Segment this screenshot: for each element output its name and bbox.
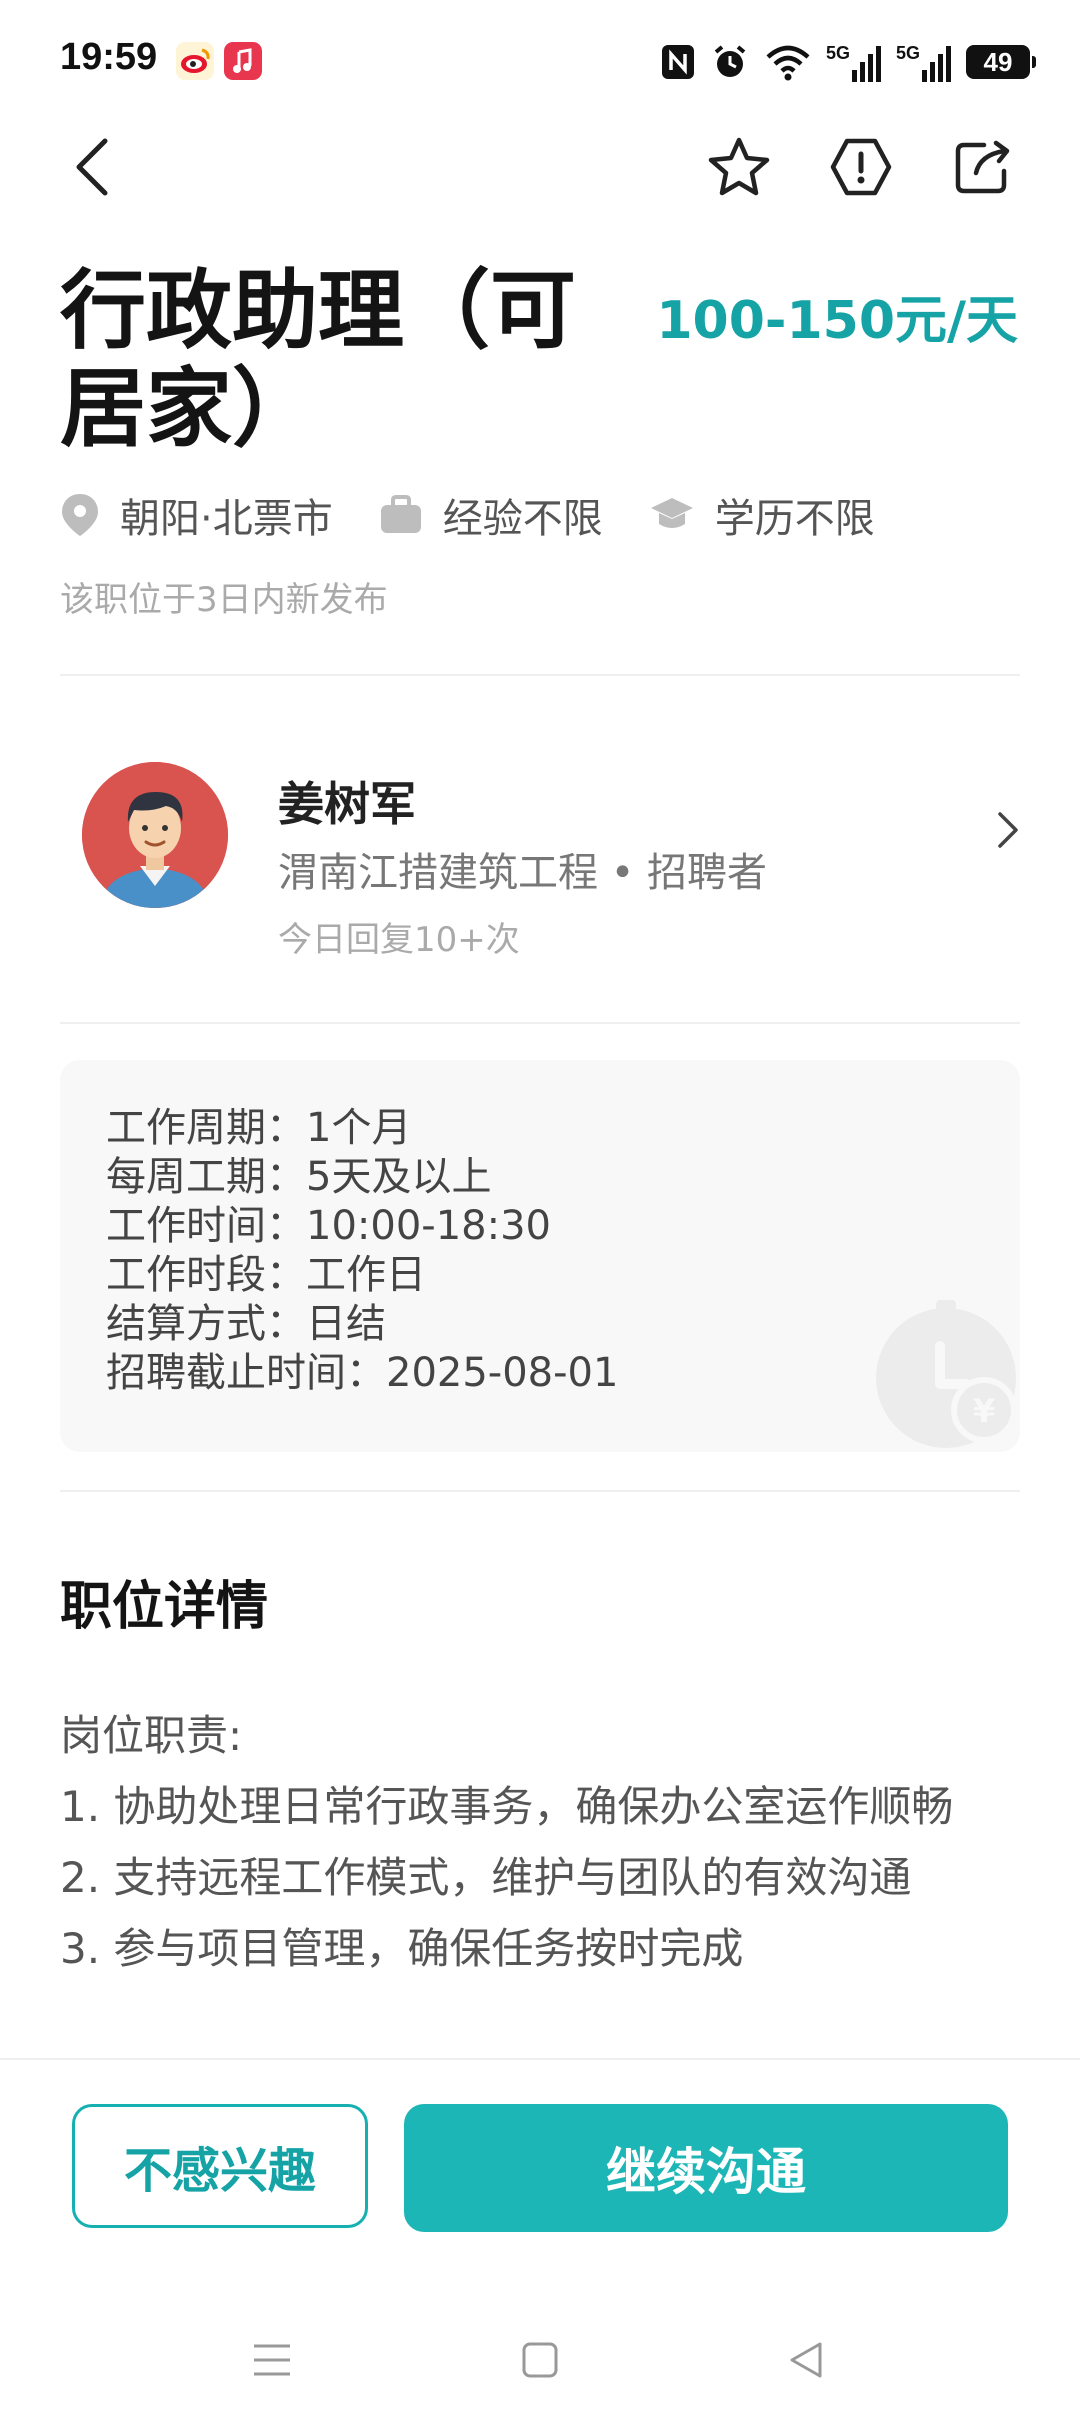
system-back-button[interactable] <box>776 2330 836 2390</box>
alarm-icon <box>714 45 746 77</box>
back-button[interactable] <box>58 132 128 202</box>
info-weekly-days: 每周工期：5天及以上 <box>106 1154 492 1200</box>
battery-indicator: 49 <box>966 45 1036 79</box>
graduation-cap-icon <box>650 498 693 528</box>
home-square-icon <box>522 2342 558 2378</box>
location-item: 朝阳·北票市 <box>60 486 333 544</box>
posted-note: 该职位于3日内新发布 <box>60 580 388 620</box>
svg-text:¥: ¥ <box>973 1392 995 1430</box>
favorite-button[interactable] <box>704 132 774 202</box>
share-button[interactable] <box>948 132 1018 202</box>
info-work-hours: 工作时间：10:00-18:30 <box>106 1203 551 1249</box>
warning-icon <box>830 138 892 196</box>
music-icon <box>224 42 262 80</box>
avatar <box>82 762 228 908</box>
salary: 100-150元/天 <box>656 291 1018 351</box>
menu-icon <box>254 2344 290 2376</box>
detail-line: 3. 参与项目管理，确保任务按时完成 <box>60 1924 744 1973</box>
bottom-action-bar: 不感兴趣 继续沟通 <box>0 2058 1080 2240</box>
system-navigation-bar <box>0 2300 1080 2412</box>
job-title: 行政助理（可居家） <box>60 261 576 459</box>
clock-yuan-icon: ¥ <box>870 1298 1020 1452</box>
detail-line: 2. 支持远程工作模式，维护与团队的有效沟通 <box>60 1853 912 1902</box>
nfc-icon <box>661 45 694 79</box>
signal-icon <box>922 45 951 82</box>
share-icon <box>955 140 1010 194</box>
education-label: 学历不限 <box>714 496 875 542</box>
section-title-details: 职位详情 <box>60 1577 269 1637</box>
chevron-right-icon <box>996 810 1020 854</box>
detail-line: 岗位职责: <box>60 1711 243 1760</box>
top-nav <box>0 120 1080 210</box>
job-info-card: 工作周期：1个月 每周工期：5天及以上 工作时间：10:00-18:30 工作时… <box>60 1060 1020 1452</box>
info-settlement: 结算方式：日结 <box>106 1301 386 1347</box>
signal-1: 5G <box>826 43 882 82</box>
experience-label: 经验不限 <box>442 496 603 542</box>
status-time: 19:59 <box>60 36 158 78</box>
info-work-time: 工作时段：工作日 <box>106 1252 426 1298</box>
divider <box>60 1022 1020 1024</box>
status-bar: 19:59 5G 5G 49 <box>0 0 1080 120</box>
not-interested-button[interactable]: 不感兴趣 <box>72 2104 368 2228</box>
location-pin-icon <box>62 494 98 536</box>
status-icons: 5G 5G 49 <box>660 38 1036 86</box>
back-icon <box>76 138 108 196</box>
signal-icon <box>851 45 881 82</box>
divider <box>60 1490 1020 1492</box>
info-work-period: 工作周期：1个月 <box>106 1105 412 1151</box>
signal-2: 5G <box>896 43 952 82</box>
education-item: 学历不限 <box>649 486 875 544</box>
weibo-icon <box>176 42 214 80</box>
continue-chat-button[interactable]: 继续沟通 <box>404 2104 1008 2232</box>
wifi-icon <box>766 45 810 81</box>
detail-line: 1. 协助处理日常行政事务，确保办公室运作顺畅 <box>60 1782 954 1831</box>
divider <box>60 674 1020 676</box>
experience-item: 经验不限 <box>379 486 603 544</box>
recruiter-card[interactable]: 姜树军 渭南江措建筑工程 • 招聘者 今日回复10+次 <box>60 740 1020 960</box>
recruiter-name: 姜树军 <box>278 777 416 831</box>
recruiter-company: 渭南江措建筑工程 • 招聘者 <box>278 850 768 896</box>
job-description: 岗位职责: 1. 协助处理日常行政事务，确保办公室运作顺畅 2. 支持远程工作模… <box>60 1700 953 1984</box>
job-info-list: 工作周期：1个月 每周工期：5天及以上 工作时间：10:00-18:30 工作时… <box>106 1104 618 1398</box>
back-triangle-icon <box>790 2342 822 2378</box>
menu-button[interactable] <box>242 2330 302 2390</box>
briefcase-icon <box>380 495 421 533</box>
report-button[interactable] <box>826 132 896 202</box>
job-meta: 朝阳·北票市 经验不限 学历不限 <box>60 485 921 545</box>
recruiter-reply-rate: 今日回复10+次 <box>278 920 520 960</box>
star-icon <box>708 137 770 196</box>
location-label: 朝阳·北票市 <box>120 496 333 542</box>
info-deadline: 招聘截止时间：2025-08-01 <box>106 1350 619 1396</box>
home-button[interactable] <box>510 2330 570 2390</box>
